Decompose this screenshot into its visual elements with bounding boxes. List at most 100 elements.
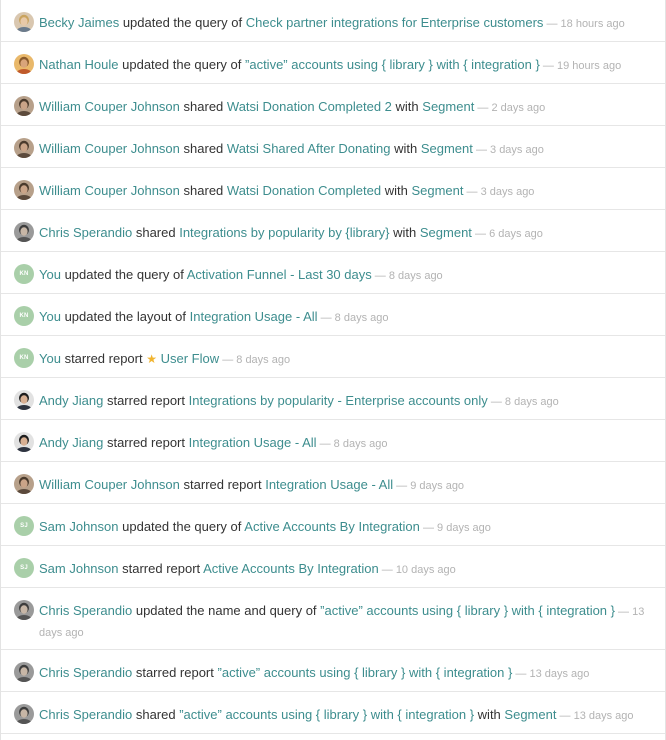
activity-text: Nathan Houle updated the query of ”activ…	[39, 55, 655, 76]
timestamp: 13 days ago	[573, 710, 634, 722]
avatar[interactable]: SJ	[14, 558, 34, 578]
user-link[interactable]: William Couper Johnson	[39, 183, 180, 198]
action-text: shared	[183, 183, 224, 198]
activity-item: William Couper Johnson shared Watsi Dona…	[1, 84, 665, 126]
timestamp: 9 days ago	[410, 480, 465, 492]
avatar[interactable]	[14, 662, 34, 682]
with-text: with	[384, 183, 408, 198]
avatar[interactable]	[14, 390, 34, 410]
report-link[interactable]: Watsi Donation Completed	[227, 183, 381, 198]
user-link[interactable]: Sam Johnson	[39, 561, 119, 576]
report-link[interactable]: Activation Funnel - Last 30 days	[187, 267, 372, 282]
report-link[interactable]: User Flow	[161, 351, 220, 366]
avatar[interactable]	[14, 180, 34, 200]
report-link[interactable]: Check partner integrations for Enterpris…	[246, 15, 544, 30]
action-text: shared	[183, 99, 224, 114]
activity-text: You starred report ★ User Flow — 8 days …	[39, 349, 655, 370]
timestamp: 8 days ago	[504, 396, 559, 408]
avatar[interactable]	[14, 12, 34, 32]
avatar[interactable]: KN	[14, 264, 34, 284]
user-link[interactable]: Chris Sperandio	[39, 225, 132, 240]
user-link[interactable]: William Couper Johnson	[39, 141, 180, 156]
report-link[interactable]: ”active” accounts using { library } with…	[218, 665, 513, 680]
report-link[interactable]: Watsi Shared After Donating	[227, 141, 391, 156]
activity-item: William Couper Johnson shared Watsi Dona…	[1, 168, 665, 210]
shared-with-link[interactable]: Segment	[504, 707, 556, 722]
user-link[interactable]: You	[39, 351, 61, 366]
avatar[interactable]	[14, 222, 34, 242]
shared-with-link[interactable]: Segment	[421, 141, 473, 156]
avatar[interactable]	[14, 600, 34, 620]
separator: —	[378, 564, 396, 576]
action-text: updated the query of	[64, 267, 184, 282]
activity-item: William Couper Johnson shared Watsi Shar…	[1, 126, 665, 168]
activity-feed: Becky Jaimes updated the query of Check …	[0, 0, 666, 740]
user-link[interactable]: You	[39, 309, 61, 324]
activity-item: Andy Jiang starred report Integrations b…	[1, 378, 665, 420]
shared-with-link[interactable]: Segment	[420, 225, 472, 240]
action-text: updated the query of	[122, 57, 242, 72]
report-link[interactable]: Watsi Donation Completed 2	[227, 99, 392, 114]
separator: —	[316, 438, 334, 450]
report-link[interactable]: ”active” accounts using { library } with…	[179, 707, 474, 722]
separator: —	[472, 144, 491, 156]
report-link[interactable]: Integration Usage - All	[265, 477, 393, 492]
with-text: with	[393, 225, 417, 240]
with-text: with	[395, 99, 419, 114]
action-text: starred report	[106, 393, 185, 408]
user-link[interactable]: Andy Jiang	[39, 435, 103, 450]
separator: —	[371, 270, 389, 282]
activity-item: Chris Sperandio starred report ”active” …	[1, 650, 665, 692]
user-link[interactable]: Andy Jiang	[39, 393, 103, 408]
avatar[interactable]: KN	[14, 306, 34, 326]
timestamp: 6 days ago	[489, 228, 543, 240]
report-link[interactable]: Active Accounts By Integration	[203, 561, 379, 576]
user-link[interactable]: You	[39, 267, 61, 282]
user-link[interactable]: Chris Sperandio	[39, 665, 132, 680]
report-link[interactable]: Integrations by popularity by {library}	[179, 225, 389, 240]
avatar[interactable]	[14, 704, 34, 724]
avatar[interactable]	[14, 474, 34, 494]
activity-item: Nathan Houle updated the query of ”activ…	[1, 42, 665, 84]
activity-text: Sam Johnson starred report Active Accoun…	[39, 559, 655, 580]
report-link[interactable]: ”active” accounts using { library } with…	[320, 603, 615, 618]
report-link[interactable]: Integration Usage - All	[190, 309, 318, 324]
report-link[interactable]: Integration Usage - All	[189, 435, 317, 450]
activity-item: Becky Jaimes updated the query of Check …	[1, 0, 665, 42]
avatar[interactable]	[14, 96, 34, 116]
avatar[interactable]	[14, 138, 34, 158]
user-link[interactable]: William Couper Johnson	[39, 477, 180, 492]
user-link[interactable]: Sam Johnson	[39, 519, 119, 534]
shared-with-link[interactable]: Segment	[411, 183, 463, 198]
activity-text: Sam Johnson updated the query of Active …	[39, 517, 655, 538]
timestamp: 18 hours ago	[560, 18, 625, 30]
report-link[interactable]: Active Accounts By Integration	[244, 519, 420, 534]
activity-item: Chris Sperandio shared Integrations by p…	[1, 210, 665, 252]
avatar[interactable]	[14, 432, 34, 452]
timestamp: 8 days ago	[388, 270, 443, 282]
report-link[interactable]: ”active” accounts using { library } with…	[245, 57, 540, 72]
report-link[interactable]: Integrations by popularity - Enterprise …	[189, 393, 488, 408]
user-link[interactable]: Becky Jaimes	[39, 15, 119, 30]
timestamp: 10 days ago	[395, 564, 456, 576]
timestamp: 2 days ago	[491, 102, 546, 114]
timestamp: 8 days ago	[334, 312, 389, 324]
with-text: with	[394, 141, 418, 156]
activity-text: Chris Sperandio shared ”active” accounts…	[39, 705, 655, 726]
separator: —	[463, 186, 481, 198]
user-link[interactable]: Chris Sperandio	[39, 707, 132, 722]
avatar[interactable]	[14, 54, 34, 74]
avatar[interactable]: KN	[14, 348, 34, 368]
action-text: shared	[135, 707, 176, 722]
user-link[interactable]: William Couper Johnson	[39, 99, 180, 114]
shared-with-link[interactable]: Segment	[422, 99, 474, 114]
activity-text: Andy Jiang starred report Integrations b…	[39, 391, 655, 412]
action-text: shared	[183, 141, 224, 156]
activity-item: Chris Sperandio updated the name and que…	[1, 588, 665, 650]
user-link[interactable]: Chris Sperandio	[39, 603, 132, 618]
avatar[interactable]: SJ	[14, 516, 34, 536]
timestamp: 3 days ago	[490, 144, 544, 156]
separator: —	[487, 396, 505, 408]
activity-text: William Couper Johnson starred report In…	[39, 475, 655, 496]
user-link[interactable]: Nathan Houle	[39, 57, 119, 72]
